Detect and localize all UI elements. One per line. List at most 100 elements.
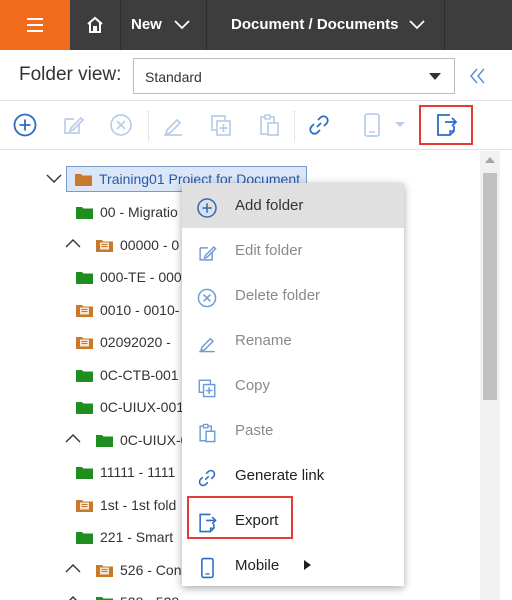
chevron-up-icon[interactable]	[64, 431, 84, 445]
folder-icon	[76, 272, 93, 285]
link-icon	[309, 115, 329, 135]
edit-icon	[195, 238, 219, 262]
tree-node[interactable]: 00 - Migratio	[76, 200, 178, 224]
rename-pencil-icon	[164, 118, 182, 136]
chevron-up-icon[interactable]	[64, 561, 84, 575]
tree-node-label: 11111 - 1111	[100, 464, 176, 480]
folder-icon	[75, 174, 92, 187]
context-menu-item-label: Add folder	[235, 197, 304, 214]
tree-node-label: 0010 - 0010-	[100, 302, 180, 318]
menu-button[interactable]	[0, 0, 70, 50]
folder-icon	[76, 337, 93, 350]
folder-icon	[96, 565, 113, 578]
tree-node-label: 0C-UIUX-0	[120, 432, 189, 448]
edit-folder-button[interactable]	[59, 111, 87, 139]
tree-node[interactable]: 0C-UIUX-0	[96, 428, 188, 452]
tree-node[interactable]: 0C-UIUX-001	[76, 395, 184, 419]
context-menu-item-paste[interactable]: Paste	[182, 408, 404, 453]
context-menu-item-label: Generate link	[235, 467, 325, 484]
tree-node-label: 000-TE - 000	[100, 269, 182, 285]
context-menu-item-label: Delete folder	[235, 287, 321, 304]
context-menu-item-label: Paste	[235, 422, 274, 439]
add-circle-icon	[13, 113, 37, 137]
folder-icon	[76, 467, 93, 480]
folder-icon	[76, 370, 93, 383]
context-menu-item-copy[interactable]: Copy	[182, 363, 404, 408]
tree-node[interactable]: 221 - Smart	[76, 525, 173, 549]
tree-node[interactable]: 000-TE - 000	[76, 265, 182, 289]
collapse-panel-button[interactable]	[466, 62, 490, 90]
rename-button[interactable]	[159, 111, 187, 139]
chevron-down-icon	[409, 20, 425, 30]
context-menu-item-mobile[interactable]: Mobile	[182, 543, 404, 588]
tree-node[interactable]: 528 - 528	[96, 590, 179, 600]
copy-icon	[195, 373, 219, 398]
context-menu-item-label: Copy	[235, 377, 271, 394]
context-menu-item-rename[interactable]: Rename	[182, 318, 404, 363]
edit-icon	[64, 116, 85, 134]
paste-icon	[195, 418, 219, 443]
folder-icon	[76, 305, 93, 318]
tree-node-label: 1st - 1st fold	[100, 497, 177, 513]
tree-node-label: 0C-UIUX-001	[100, 399, 185, 415]
mobile-button[interactable]	[360, 111, 408, 139]
breadcrumb-label: Document / Documents	[231, 16, 399, 33]
context-menu-item-edit-folder[interactable]: Edit folder	[182, 228, 404, 273]
context-menu-item-label: Rename	[235, 332, 292, 349]
generate-link-button[interactable]	[305, 111, 333, 139]
folder-icon	[76, 207, 93, 220]
folder-icon	[76, 500, 93, 513]
mobile-icon	[195, 553, 219, 579]
export-button-highlight	[419, 105, 473, 145]
add-folder-button[interactable]	[11, 111, 39, 139]
hamburger-icon	[27, 18, 43, 20]
folder-icon	[96, 435, 113, 448]
chevron-up-icon[interactable]	[64, 593, 84, 600]
mobile-icon	[364, 113, 405, 137]
delete-folder-button[interactable]	[107, 111, 135, 139]
new-menu[interactable]: New	[131, 0, 205, 50]
export-item-highlight	[187, 496, 293, 539]
context-menu-item-generate-link[interactable]: Generate link	[182, 453, 404, 498]
copy-icon	[211, 115, 231, 136]
folder-view-label: Folder view:	[19, 64, 122, 85]
tree-node-label: 02092020 -	[100, 334, 171, 350]
folder-icon	[96, 240, 113, 253]
rename-pencil-icon	[195, 328, 219, 353]
paste-button[interactable]	[255, 111, 283, 139]
context-menu-item-add-folder[interactable]: Add folder	[182, 183, 404, 228]
chevron-down-icon	[174, 20, 190, 30]
chevron-down-icon[interactable]	[45, 172, 65, 186]
tree-node-label: 221 - Smart	[100, 529, 174, 545]
context-menu-item-delete-folder[interactable]: Delete folder	[182, 273, 404, 318]
copy-button[interactable]	[207, 111, 235, 139]
scroll-thumb[interactable]	[483, 173, 497, 400]
paste-icon	[260, 114, 279, 136]
folder-view-select[interactable]: Standard	[133, 58, 455, 94]
tree-node[interactable]: 0C-CTB-001	[76, 363, 179, 387]
tree-node[interactable]: 11111 - 1111	[76, 460, 175, 484]
tree-node[interactable]: 0010 - 0010-	[76, 298, 179, 322]
tree-node-label: 528 - 528	[120, 594, 179, 600]
caret-down-icon	[429, 73, 441, 80]
tree-node-label: 526 - Con	[120, 562, 182, 578]
scroll-up-icon[interactable]	[485, 157, 495, 163]
folder-view-value: Standard	[145, 69, 202, 85]
folder-icon	[76, 532, 93, 545]
home-icon	[87, 16, 103, 33]
home-button[interactable]	[70, 0, 121, 50]
tree-node[interactable]: 00000 - 0	[96, 233, 179, 257]
tree-scrollbar[interactable]	[480, 151, 500, 600]
tree-node[interactable]: 02092020 -	[76, 330, 171, 354]
link-icon	[195, 463, 219, 487]
tree-node[interactable]: 526 - Con	[96, 558, 181, 582]
context-menu-item-label: Mobile	[235, 557, 280, 574]
breadcrumb[interactable]: Document / Documents	[231, 0, 431, 50]
tree-node-label: 00000 - 0	[120, 237, 180, 253]
tree-node-label: 0C-CTB-001	[100, 367, 179, 383]
submenu-arrow-icon	[304, 560, 311, 570]
new-label: New	[131, 16, 162, 33]
add-circle-icon	[195, 193, 219, 218]
tree-node[interactable]: 1st - 1st fold	[76, 493, 176, 517]
chevron-up-icon[interactable]	[64, 236, 84, 250]
